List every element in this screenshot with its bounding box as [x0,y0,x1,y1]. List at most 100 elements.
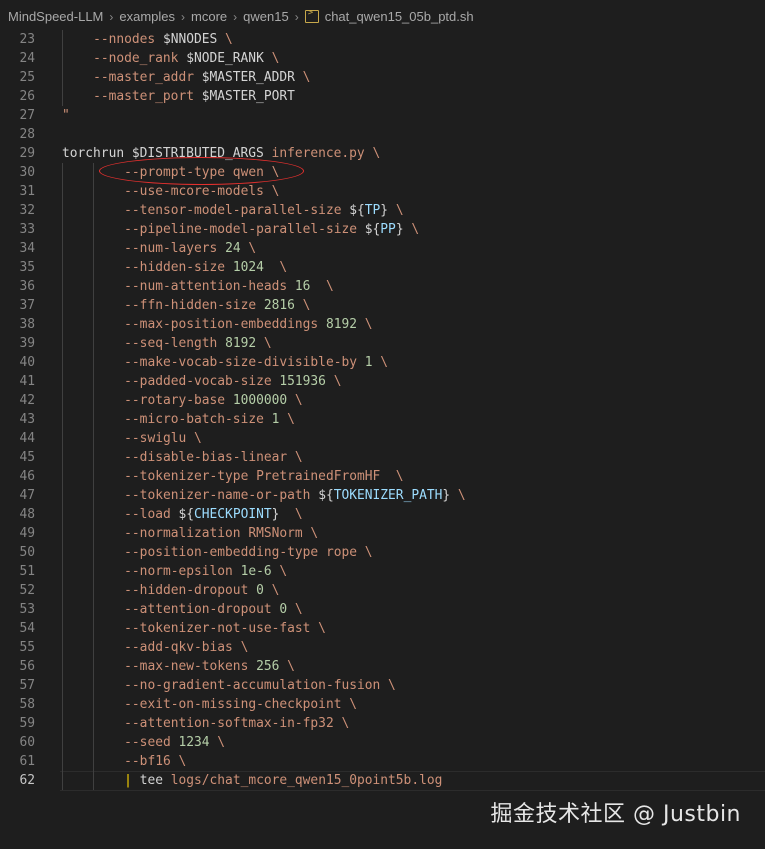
code-text: | tee logs/chat_mcore_qwen15_0point5b.lo… [124,771,442,790]
indent-guide [62,391,63,410]
code-line[interactable]: 46 --tokenizer-type PretrainedFromHF \ [0,467,765,486]
code-line[interactable]: 32 --tensor-model-parallel-size ${TP} \ [0,201,765,220]
code-token: --tokenizer-not-use-fast \ [124,621,326,636]
code-text: --disable-bias-linear \ [124,448,303,467]
code-line[interactable]: 42 --rotary-base 1000000 \ [0,391,765,410]
code-text: --num-layers 24 \ [124,239,256,258]
indent-guide [62,296,63,315]
code-token: --bf16 \ [124,754,187,769]
line-number: 59 [19,716,35,731]
line-number: 32 [19,203,35,218]
indent-guide [62,505,63,524]
code-token: \ [357,317,373,332]
code-token: --master_addr [93,70,202,85]
code-token: ${ [178,507,195,522]
indent-guide [62,619,63,638]
code-line[interactable]: 31 --use-mcore-models \ [0,182,765,201]
code-line[interactable]: 54 --tokenizer-not-use-fast \ [0,619,765,638]
line-number: 50 [19,545,35,560]
indent-guide [93,201,95,220]
code-token: --num-layers [124,241,226,256]
code-line[interactable]: 57 --no-gradient-accumulation-fusion \ [0,676,765,695]
code-line[interactable]: 47 --tokenizer-name-or-path ${TOKENIZER_P… [0,486,765,505]
indent-guide [62,277,63,296]
code-line[interactable]: 39 --seq-length 8192 \ [0,334,765,353]
line-number: 51 [19,564,35,579]
code-line[interactable]: 34 --num-layers 24 \ [0,239,765,258]
code-line[interactable]: 37 --ffn-hidden-size 2816 \ [0,296,765,315]
code-line[interactable]: 23 --nnodes $NNODES \ [0,30,765,49]
code-editor[interactable]: 23 --nnodes $NNODES \ 24 --node_rank $NODE_… [0,30,765,791]
code-token: 151936 [279,374,326,389]
code-token: \ [294,298,311,313]
indent-guide [62,49,63,68]
code-line[interactable]: 26 --master_port $MASTER_PORT [0,87,765,106]
breadcrumb-item-examples[interactable]: examples [119,9,175,24]
code-line[interactable]: 40 --make-vocab-size-divisible-by 1 \ [0,353,765,372]
code-line[interactable]: 56 --max-new-tokens 256 \ [0,657,765,676]
breadcrumb-file[interactable]: chat_qwen15_05b_ptd.sh [325,9,474,24]
code-line[interactable]: 60 --seed 1234 \ [0,733,765,752]
code-line[interactable]: 53 --attention-dropout 0 \ [0,600,765,619]
code-line[interactable]: 36 --num-attention-heads 16 \ [0,277,765,296]
code-text: --seq-length 8192 \ [124,334,271,353]
code-token: --load [124,507,179,522]
indent-guide [62,410,63,429]
code-line[interactable]: 27 " [0,106,765,125]
indent-guide [93,638,95,657]
code-token: $NNODES [162,32,218,47]
code-token: PP [380,222,396,237]
indent-guide [93,600,95,619]
code-line[interactable]: 43 --micro-batch-size 1 \ [0,410,765,429]
line-number: 44 [19,431,35,446]
line-number: 33 [19,222,35,237]
indent-guide [62,448,63,467]
indent-guide [62,543,63,562]
line-number: 39 [19,336,35,351]
code-line[interactable]: 25 --master_addr $MASTER_ADDR \ [0,68,765,87]
code-token: --node_rank [93,51,187,66]
code-token: logs/chat_mcore_qwen15_0point5b.log [170,773,443,788]
code-token: $MASTER_PORT [201,89,295,104]
code-line[interactable]: 35 --hidden-size 1024 \ [0,258,765,277]
code-line[interactable]: 29 torchrun $DISTRIBUTED_ARGS inference.p… [0,144,765,163]
code-line[interactable]: 59 --attention-softmax-in-fp32 \ [0,714,765,733]
code-text: " [62,106,70,125]
code-token: 256 [256,659,280,674]
indent-guide [93,733,95,752]
code-token: 16 [294,279,311,294]
line-number: 40 [19,355,35,370]
code-token: \ [279,412,295,427]
code-line[interactable]: 28 [0,125,765,144]
code-text: --max-new-tokens 256 \ [124,657,295,676]
code-token: \ [256,336,272,351]
code-line[interactable]: 38 --max-position-embeddings 8192 \ [0,315,765,334]
code-token: TP [364,203,381,218]
breadcrumb-item-qwen15[interactable]: qwen15 [243,9,289,24]
code-line[interactable]: 50 --position-embedding-type rope \ [0,543,765,562]
code-line[interactable]: 61 --bf16 \ [0,752,765,771]
indent-guide [62,638,63,657]
code-token: $MASTER_ADDR [201,70,295,85]
code-line[interactable]: 45 --disable-bias-linear \ [0,448,765,467]
code-line[interactable]: 49 --normalization RMSNorm \ [0,524,765,543]
indent-guide [62,695,63,714]
line-number: 24 [19,51,35,66]
code-line[interactable]: 55 --add-qkv-bias \ [0,638,765,657]
code-line[interactable]: 52 --hidden-dropout 0 \ [0,581,765,600]
code-text: --tokenizer-name-or-path ${TOKENIZER_PAT… [124,486,466,505]
code-line[interactable]: 24 --node_rank $NODE_RANK \ [0,49,765,68]
code-line[interactable]: 58 --exit-on-missing-checkpoint \ [0,695,765,714]
code-line[interactable]: 48 --load ${CHECKPOINT} \ [0,505,765,524]
indent-guide [93,334,95,353]
code-line[interactable]: 62 | tee logs/chat_mcore_qwen15_0point5b.… [0,771,765,791]
line-number: 52 [19,583,35,598]
indent-guide [93,695,95,714]
code-line[interactable]: 41 --padded-vocab-size 151936 \ [0,372,765,391]
code-text: --bf16 \ [124,752,186,771]
code-line[interactable]: 44 --swiglu \ [0,429,765,448]
breadcrumb-item-mcore[interactable]: mcore [191,9,227,24]
breadcrumb-item-root[interactable]: MindSpeed-LLM [8,9,103,24]
code-line[interactable]: 33 --pipeline-model-parallel-size ${PP} \ [0,220,765,239]
code-line[interactable]: 51 --norm-epsilon 1e-6 \ [0,562,765,581]
